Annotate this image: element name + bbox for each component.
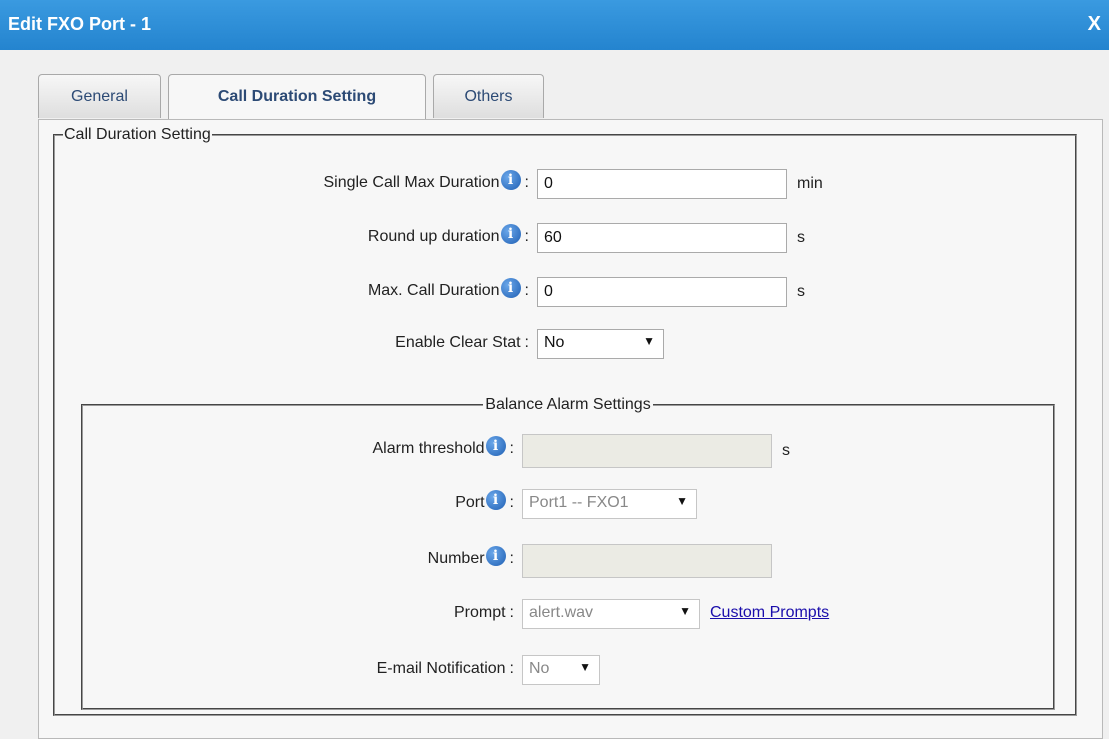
number-label-row: Number i: [83, 546, 514, 576]
tab-content-panel: Call Duration Setting Single Call Max Du… [38, 119, 1103, 739]
info-icon[interactable]: i [485, 546, 506, 566]
round-up-unit: s [797, 229, 805, 246]
clear-stat-value: No [544, 334, 565, 351]
dropdown-arrow-icon: ▼ [643, 334, 655, 348]
label-colon: : [509, 660, 514, 677]
email-label-row: E-mail Notification: [83, 656, 514, 686]
info-icon[interactable]: i [500, 278, 521, 298]
label-colon: : [509, 550, 514, 567]
label-colon: : [509, 604, 514, 621]
clear-stat-select[interactable]: No ▼ [537, 329, 664, 359]
label-colon: : [509, 494, 514, 511]
balance-alarm-fieldset: Balance Alarm Settings Alarm threshold i:… [81, 396, 1055, 710]
round-up-label: Round up duration [367, 228, 500, 245]
info-icon[interactable]: i [485, 436, 506, 456]
alarm-threshold-label: Alarm threshold [372, 440, 485, 457]
email-notification-label: E-mail Notification [376, 660, 506, 677]
dialog-title: Edit FXO Port - 1 [8, 14, 152, 34]
clear-stat-label: Enable Clear Stat [395, 334, 521, 351]
port-label: Port [455, 494, 485, 511]
max-call-unit: s [797, 283, 805, 300]
round-up-label-row: Round up duration i: [55, 224, 529, 254]
max-call-duration-input[interactable]: 0 [537, 277, 787, 307]
prompt-label: Prompt [453, 604, 506, 621]
call-duration-fieldset: Call Duration Setting Single Call Max Du… [53, 126, 1077, 716]
email-notification-value: No [529, 660, 550, 677]
dropdown-arrow-icon: ▼ [679, 604, 691, 618]
prompt-value: alert.wav [529, 604, 594, 621]
alarm-threshold-label-row: Alarm threshold i: [83, 436, 514, 466]
label-colon: : [524, 174, 529, 191]
number-label: Number [427, 550, 485, 567]
label-colon: : [524, 334, 529, 351]
dialog-body: General Call Duration Setting Others Cal… [0, 50, 1109, 739]
clear-stat-label-row: Enable Clear Stat: [55, 330, 529, 360]
label-colon: : [524, 228, 529, 245]
tab-others[interactable]: Others [433, 74, 544, 118]
port-label-row: Port i: [83, 490, 514, 520]
tab-call-duration-setting[interactable]: Call Duration Setting [168, 74, 426, 120]
close-button[interactable]: X [1088, 13, 1101, 36]
round-up-duration-input[interactable]: 60 [537, 223, 787, 253]
alarm-threshold-input[interactable] [522, 434, 772, 468]
dropdown-arrow-icon: ▼ [676, 494, 688, 508]
max-call-label: Max. Call Duration [367, 282, 500, 299]
info-icon[interactable]: i [485, 490, 506, 510]
single-max-unit: min [797, 175, 823, 192]
port-select[interactable]: Port1 -- FXO1 ▼ [522, 489, 697, 519]
dropdown-arrow-icon: ▼ [579, 660, 591, 674]
call-duration-legend: Call Duration Setting [64, 126, 211, 143]
tab-general[interactable]: General [38, 74, 161, 118]
prompt-select[interactable]: alert.wav ▼ [522, 599, 700, 629]
label-colon: : [509, 440, 514, 457]
custom-prompts-link[interactable]: Custom Prompts [710, 604, 829, 622]
single-max-duration-input[interactable]: 0 [537, 169, 787, 199]
info-icon[interactable]: i [500, 170, 521, 190]
max-call-label-row: Max. Call Duration i: [55, 278, 529, 308]
alarm-threshold-unit: s [782, 442, 790, 459]
label-colon: : [524, 282, 529, 299]
single-max-label: Single Call Max Duration [323, 174, 500, 191]
email-notification-select[interactable]: No ▼ [522, 655, 600, 685]
single-max-label-row: Single Call Max Duration i: [55, 170, 529, 200]
info-icon[interactable]: i [500, 224, 521, 244]
port-value: Port1 -- FXO1 [529, 494, 629, 511]
prompt-label-row: Prompt: [83, 600, 514, 630]
dialog-titlebar: Edit FXO Port - 1 X [0, 0, 1109, 50]
balance-alarm-legend: Balance Alarm Settings [485, 396, 651, 413]
number-input[interactable] [522, 544, 772, 578]
